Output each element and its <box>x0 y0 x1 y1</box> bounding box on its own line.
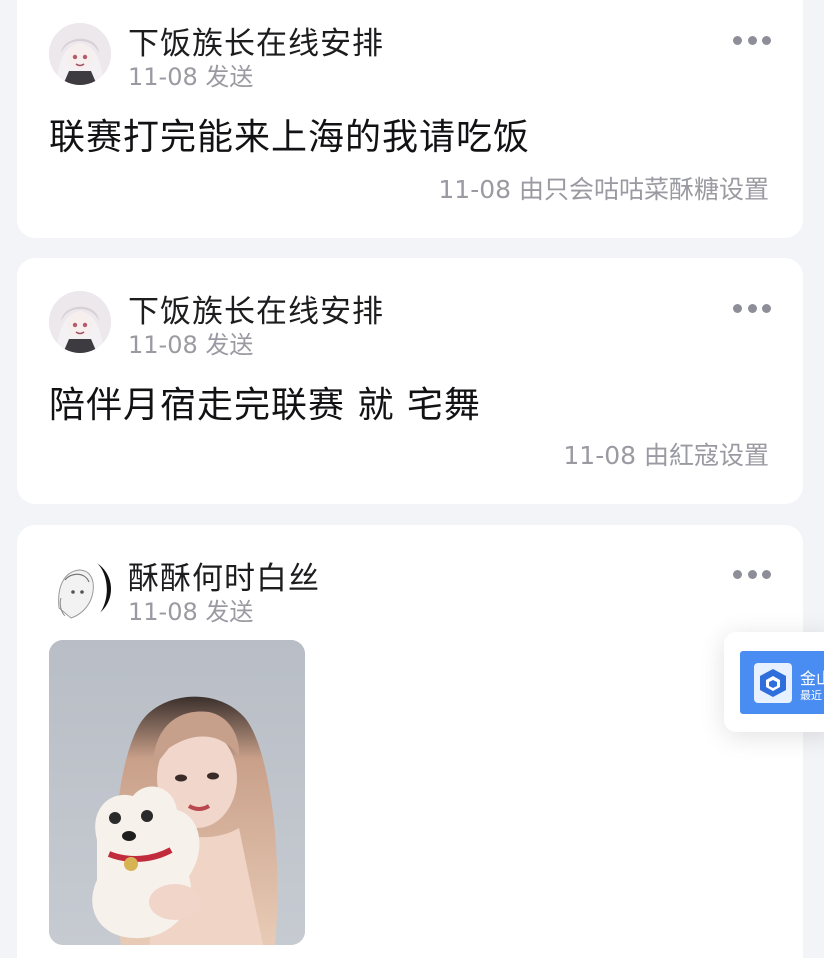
post-card: 酥酥何时白丝 11-08 发送 <box>17 525 803 958</box>
kingsoft-docs-logo-icon <box>754 663 792 703</box>
app-name: 金山 <box>800 669 824 688</box>
more-horizontal-icon <box>733 303 742 313</box>
sent-time: 11-08 发送 <box>128 63 254 91</box>
avatar-image <box>49 23 111 85</box>
avatar[interactable] <box>49 291 111 353</box>
post-photo[interactable] <box>49 640 305 945</box>
post-content: 联赛打完能来上海的我请吃饭 <box>49 117 531 158</box>
avatar[interactable] <box>49 558 111 620</box>
avatar-image <box>49 291 111 353</box>
post-card: 下饭族长在线安排 11-08 发送 联赛打完能来上海的我请吃饭 11-08 由只… <box>17 0 803 238</box>
sent-time: 11-08 发送 <box>128 598 254 626</box>
more-options-button[interactable] <box>733 302 771 314</box>
more-horizontal-icon <box>762 569 771 579</box>
more-horizontal-icon <box>762 303 771 313</box>
post-card: 下饭族长在线安排 11-08 发送 陪伴月宿走完联赛 就 宅舞 11-08 由紅… <box>17 258 803 504</box>
set-by-info: 11-08 由紅寇设置 <box>563 441 769 470</box>
more-horizontal-icon <box>747 35 757 45</box>
more-horizontal-icon <box>762 35 771 45</box>
more-options-button[interactable] <box>733 568 771 580</box>
app-shortcut[interactable]: 金山 最近 <box>740 651 824 714</box>
sent-time: 11-08 发送 <box>128 331 254 359</box>
more-horizontal-icon <box>733 35 742 45</box>
floating-app-popup[interactable]: 金山 最近 <box>724 632 824 732</box>
set-by-info: 11-08 由只会咕咕菜酥糖设置 <box>438 175 769 204</box>
more-horizontal-icon <box>747 303 757 313</box>
avatar-image <box>49 558 111 620</box>
app-subtitle: 最近 <box>800 689 822 702</box>
more-options-button[interactable] <box>733 34 771 46</box>
more-horizontal-icon <box>733 569 742 579</box>
post-content: 陪伴月宿走完联赛 就 宅舞 <box>49 385 481 426</box>
more-horizontal-icon <box>747 569 757 579</box>
avatar[interactable] <box>49 23 111 85</box>
photo-image <box>49 640 305 945</box>
